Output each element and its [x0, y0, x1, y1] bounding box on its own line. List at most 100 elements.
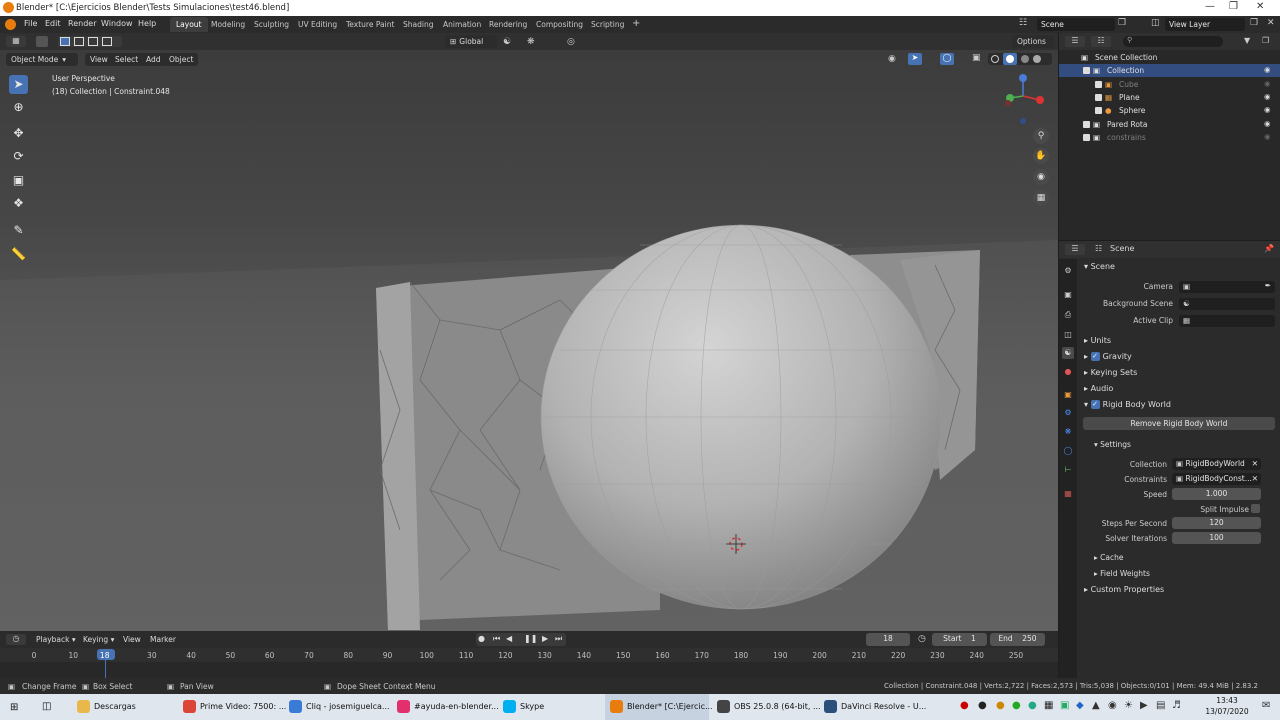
scene-tab-icon[interactable]: ☯	[1062, 347, 1074, 359]
measure-tool-icon[interactable]: 📏	[9, 245, 28, 264]
editor-type-icon[interactable]: ▦	[6, 36, 26, 47]
menu-timeline-view[interactable]: View	[118, 633, 146, 646]
view-layer-icon[interactable]: ◫	[1151, 18, 1160, 28]
rotate-tool-icon[interactable]: ⟳	[9, 147, 28, 166]
taskbar-item[interactable]: Skype	[498, 694, 602, 720]
overlays-toggle-icon[interactable]: ◯	[940, 53, 954, 65]
scene-icon[interactable]: ☷	[1019, 18, 1032, 31]
filter-icon[interactable]: ▼	[1244, 36, 1250, 45]
display-mode-icon[interactable]: ☷	[1091, 36, 1111, 47]
taskbar-item[interactable]: Prime Video: 7500: ...	[178, 694, 286, 720]
visibility-eye-icon[interactable]: ◉	[1264, 119, 1271, 128]
exclude-checkbox[interactable]	[1095, 80, 1102, 88]
tab-modeling[interactable]: Modeling	[205, 17, 251, 32]
tray-app-icon[interactable]: ●	[978, 700, 987, 711]
mode-dropdown[interactable]: Object Mode ▾	[6, 53, 78, 66]
options-dropdown[interactable]: Options	[1012, 35, 1054, 48]
speed-field[interactable]: 1.000	[1172, 488, 1261, 500]
select-invert-icon[interactable]	[102, 37, 112, 46]
gizmo-toggle-icon[interactable]: ➤	[908, 53, 922, 65]
outliner-row[interactable]: ▣ Scene Collection	[1059, 51, 1280, 64]
clear-collection-icon[interactable]: ✕	[1252, 459, 1258, 468]
tray-app8-icon[interactable]: ◉	[1108, 700, 1117, 711]
tab-texture-paint[interactable]: Texture Paint	[340, 17, 400, 32]
tray-app3-icon[interactable]: ●	[1012, 700, 1021, 711]
task-view-icon[interactable]: ◫	[42, 701, 51, 712]
modifiers-tab-icon[interactable]: ⚙	[1062, 407, 1074, 419]
pause-icon[interactable]: ❚❚	[524, 634, 537, 643]
audio-panel-header[interactable]: ▸ Audio	[1084, 384, 1113, 393]
record-icon[interactable]: ●	[478, 634, 485, 643]
new-view-layer-icon[interactable]: ❐	[1250, 18, 1258, 28]
snap-icon[interactable]: ❋	[527, 37, 535, 47]
tray-app5-icon[interactable]: ▦	[1044, 700, 1053, 711]
volume-icon[interactable]: ♬	[1172, 700, 1181, 711]
cursor-tool-icon[interactable]: ⊕	[9, 98, 28, 117]
tray-app6-icon[interactable]: ▣	[1060, 700, 1069, 711]
select-subtract-icon[interactable]	[88, 37, 98, 46]
jump-end-icon[interactable]: ⏭	[555, 634, 562, 644]
proportional-edit-icon[interactable]: ◎	[567, 37, 575, 47]
rigid-body-world-panel-header[interactable]: ▾ ✓ Rigid Body World	[1084, 400, 1171, 409]
blender-menu-icon[interactable]	[5, 19, 16, 30]
menu-render[interactable]: Render	[68, 19, 96, 28]
restore-icon[interactable]: ❐	[1229, 1, 1238, 12]
menu-object[interactable]: Object	[164, 53, 199, 66]
solid-shading-icon[interactable]	[1003, 53, 1017, 65]
ortho-toggle-icon[interactable]: ▦	[1033, 190, 1049, 206]
particles-tab-icon[interactable]: ❋	[1062, 426, 1074, 438]
camera-view-icon[interactable]: ◉	[1033, 169, 1049, 185]
menu-edit[interactable]: Edit	[45, 19, 61, 28]
selection-mode-buttons[interactable]	[58, 36, 122, 47]
close-icon[interactable]: ✕	[1256, 1, 1264, 12]
tab-sculpting[interactable]: Sculpting	[248, 17, 295, 32]
tab-uv-editing[interactable]: UV Editing	[292, 17, 343, 32]
steps-per-second-field[interactable]: 120	[1172, 517, 1261, 529]
properties-editor-type-icon[interactable]: ☰	[1065, 244, 1085, 255]
menu-help[interactable]: Help	[138, 19, 156, 28]
select-tool-icon[interactable]	[36, 36, 48, 47]
visibility-eye-icon[interactable]: ◉	[1264, 92, 1271, 101]
constraints-tab-icon[interactable]: ⊢	[1062, 464, 1074, 476]
clock-time[interactable]: 13:43	[1207, 696, 1247, 705]
tray-app9-icon[interactable]: ☀	[1124, 700, 1133, 711]
visibility-icon[interactable]: ◉	[888, 54, 896, 64]
exclude-checkbox[interactable]	[1095, 107, 1102, 115]
gravity-checkbox[interactable]: ✓	[1090, 352, 1100, 361]
use-preview-range-icon[interactable]: ◷	[918, 634, 926, 644]
network-icon[interactable]: ▤	[1156, 700, 1165, 711]
taskbar-item[interactable]: Blender* [C:\Ejercic...	[605, 694, 713, 720]
taskbar-item[interactable]: Cliq - josemiguelca...	[284, 694, 390, 720]
physics-tab-icon[interactable]: ◯	[1062, 445, 1074, 457]
wireframe-shading-icon[interactable]	[991, 55, 999, 63]
transform-tool-icon[interactable]: ❖	[9, 194, 28, 213]
material-shading-icon[interactable]	[1021, 55, 1029, 63]
clear-constraints-icon[interactable]: ✕	[1252, 474, 1258, 483]
settings-subpanel-header[interactable]: ▾ Settings	[1094, 440, 1131, 449]
tab-scripting[interactable]: Scripting	[585, 17, 630, 32]
gravity-panel-header[interactable]: ▸ ✓ Gravity	[1084, 352, 1132, 361]
tray-app7-icon[interactable]: ▲	[1092, 700, 1100, 711]
field-weights-subpanel-header[interactable]: ▸ Field Weights	[1094, 569, 1150, 578]
outliner-row[interactable]: ▦ Plane ◉	[1059, 91, 1280, 104]
new-scene-icon[interactable]: ❐	[1118, 18, 1126, 28]
render-tab-icon[interactable]: ▣	[1062, 289, 1074, 301]
menu-select[interactable]: Select	[110, 53, 144, 66]
camera-field[interactable]: ▣ ✒	[1179, 281, 1275, 293]
exclude-checkbox[interactable]	[1095, 93, 1102, 101]
outliner-row[interactable]: ▣ Collection ◉	[1059, 64, 1280, 78]
taskbar-item[interactable]: #ayuda-en-blender...	[392, 694, 499, 720]
output-tab-icon[interactable]: ⎙	[1062, 309, 1074, 321]
tab-rendering[interactable]: Rendering	[483, 17, 533, 32]
menu-keying[interactable]: Keying ▾	[78, 633, 120, 646]
pin-icon[interactable]: 📌	[1264, 244, 1274, 253]
visibility-eye-icon[interactable]: ◉	[1264, 132, 1271, 141]
outliner-search-input[interactable]: ⚲	[1123, 36, 1223, 47]
texture-tab-icon[interactable]: ▦	[1062, 488, 1074, 500]
menu-playback[interactable]: Playback ▾	[31, 633, 81, 646]
remove-rigid-body-world-button[interactable]: Remove Rigid Body World	[1083, 417, 1275, 430]
tab-shading[interactable]: Shading	[397, 17, 439, 32]
notifications-icon[interactable]: ✉	[1262, 700, 1270, 711]
start-menu-icon[interactable]: ⊞	[10, 702, 18, 713]
outliner-row[interactable]: ▣ Pared Rota ◉	[1059, 118, 1280, 131]
